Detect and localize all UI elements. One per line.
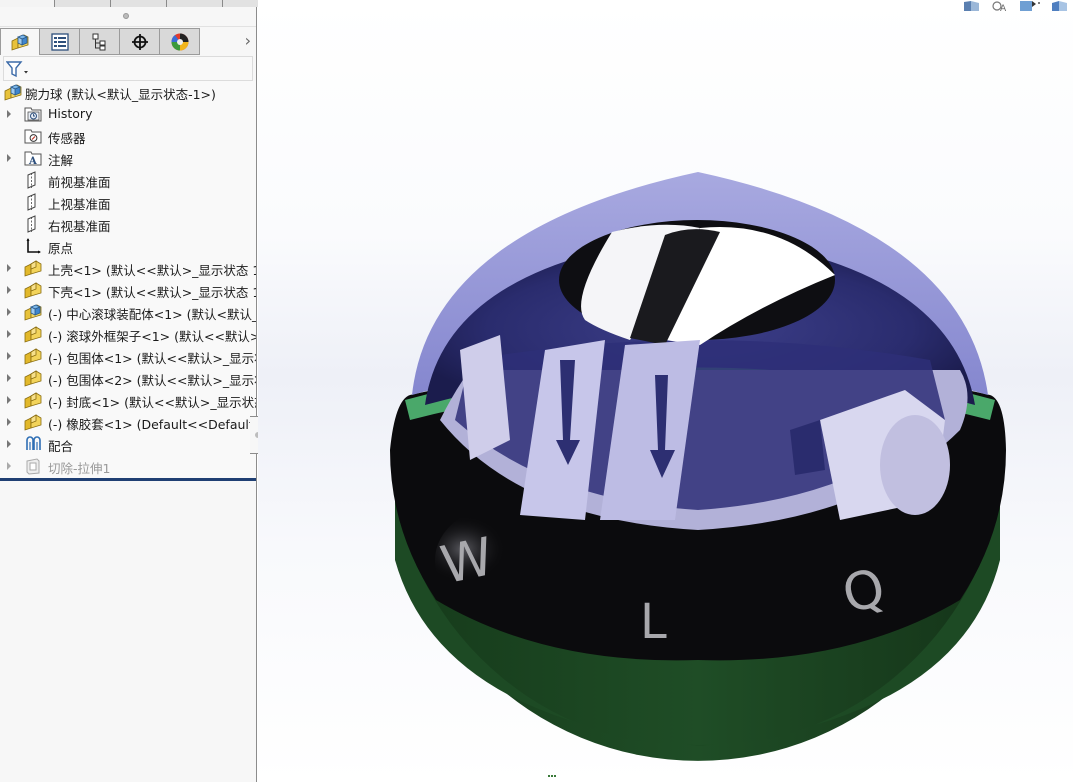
tree-item-origin[interactable]: 原点 (0, 235, 256, 257)
expand-arrow-icon[interactable] (7, 396, 11, 404)
propertymanager-tab[interactable] (40, 28, 80, 55)
tree-root[interactable]: 腕力球 (默认<默认_显示状态-1>) (0, 81, 256, 103)
feature-tree: 腕力球 (默认<默认_显示状态-1>) History 传感器 A 注解 前视基… (0, 81, 256, 481)
expand-arrow-icon[interactable] (7, 352, 11, 360)
subassembly-icon (24, 304, 42, 321)
dimxpert-tab[interactable] (120, 28, 160, 55)
tree-item-component[interactable]: (-) 中心滚球装配体<1> (默认<默认_显 (0, 301, 256, 323)
document-tab[interactable] (55, 0, 111, 7)
annotation-folder-icon: A (24, 151, 42, 167)
tree-item-mates[interactable]: 配合 (0, 433, 256, 455)
document-tab[interactable] (167, 0, 223, 7)
appearance-icon (170, 33, 188, 50)
crosshair-icon (131, 33, 148, 50)
tree-item-component[interactable]: (-) 滚球外框架子<1> (默认<<默认>_显 (0, 323, 256, 345)
sensor-folder-icon (24, 129, 42, 144)
tree-root-label: 腕力球 (默认<默认_显示状态-1>) (25, 87, 216, 102)
wrist-ball-model[interactable]: W L Q (258, 0, 1073, 782)
mates-icon (26, 436, 41, 450)
history-folder-icon (24, 107, 42, 122)
plane-icon (27, 193, 36, 211)
tree-item-sensors[interactable]: 传感器 (0, 125, 256, 147)
tree-item-component[interactable]: 上壳<1> (默认<<默认>_显示状态 1>) (0, 257, 256, 279)
expand-arrow-icon[interactable] (7, 462, 11, 470)
panel-tabs: › (0, 28, 257, 55)
expand-arrow-icon[interactable] (7, 264, 11, 272)
tree-filter[interactable] (3, 56, 253, 81)
featuremanager-tab[interactable] (0, 28, 40, 55)
tree-item-front-plane[interactable]: 前视基准面 (0, 169, 256, 191)
tree-item-history[interactable]: History (0, 103, 256, 125)
tree-item-component[interactable]: (-) 橡胶套<1> (Default<<Default>_P (0, 411, 256, 433)
filter-icon (6, 60, 28, 77)
displaymanager-tab[interactable] (160, 28, 200, 55)
tree-item-annotations[interactable]: A 注解 (0, 147, 256, 169)
panel-grip-row (0, 7, 256, 27)
part-icon (24, 260, 42, 277)
part-icon (24, 392, 42, 409)
svg-text:A: A (28, 156, 37, 167)
expand-arrow-icon[interactable] (7, 286, 11, 294)
tree-item-right-plane[interactable]: 右视基准面 (0, 213, 256, 235)
cut-extrude-icon (26, 458, 40, 475)
configurationmanager-tab[interactable] (80, 28, 120, 55)
part-icon (24, 348, 42, 365)
expand-arrow-icon[interactable] (7, 154, 11, 162)
tree-item-component[interactable]: (-) 包围体<2> (默认<<默认>_显示状态 (0, 367, 256, 389)
part-icon (24, 326, 42, 343)
plane-icon (27, 215, 36, 233)
part-icon (24, 282, 42, 299)
graphics-viewport[interactable]: A W L Q (258, 0, 1073, 782)
expand-arrow-icon[interactable] (7, 110, 11, 118)
expand-arrow-icon[interactable] (7, 440, 11, 448)
tree-item-component[interactable]: 下壳<1> (默认<<默认>_显示状态 1>) (0, 279, 256, 301)
feature-manager-panel: › 腕力球 (默认<默认_显示状态-1>) History 传感器 A 注解 前… (0, 7, 264, 782)
featuremanager-icon (11, 34, 29, 51)
tree-item-cut-extrude[interactable]: 切除-拉伸1 (0, 455, 256, 477)
tree-item-component[interactable]: (-) 封底<1> (默认<<默认>_显示状态 (0, 389, 256, 411)
panel-tabs-more-button[interactable]: › (245, 31, 251, 50)
assembly-icon (4, 84, 22, 101)
tree-item-top-plane[interactable]: 上视基准面 (0, 191, 256, 213)
propertymanager-icon (50, 32, 69, 51)
origin-triad-icon (548, 775, 556, 779)
expand-arrow-icon[interactable] (7, 330, 11, 338)
expand-arrow-icon[interactable] (7, 418, 11, 426)
panel-grip-handle[interactable] (123, 13, 129, 19)
plane-icon (27, 171, 36, 189)
document-tab[interactable] (0, 0, 55, 7)
part-icon (24, 370, 42, 387)
expand-arrow-icon[interactable] (7, 308, 11, 316)
origin-icon (26, 238, 41, 254)
document-tab[interactable] (111, 0, 167, 7)
expand-arrow-icon[interactable] (7, 374, 11, 382)
band-letter-l: L (640, 594, 667, 650)
tree-item-component[interactable]: (-) 包围体<1> (默认<<默认>_显示状态 (0, 345, 256, 367)
configurationmanager-icon (92, 33, 105, 50)
part-icon (24, 414, 42, 431)
